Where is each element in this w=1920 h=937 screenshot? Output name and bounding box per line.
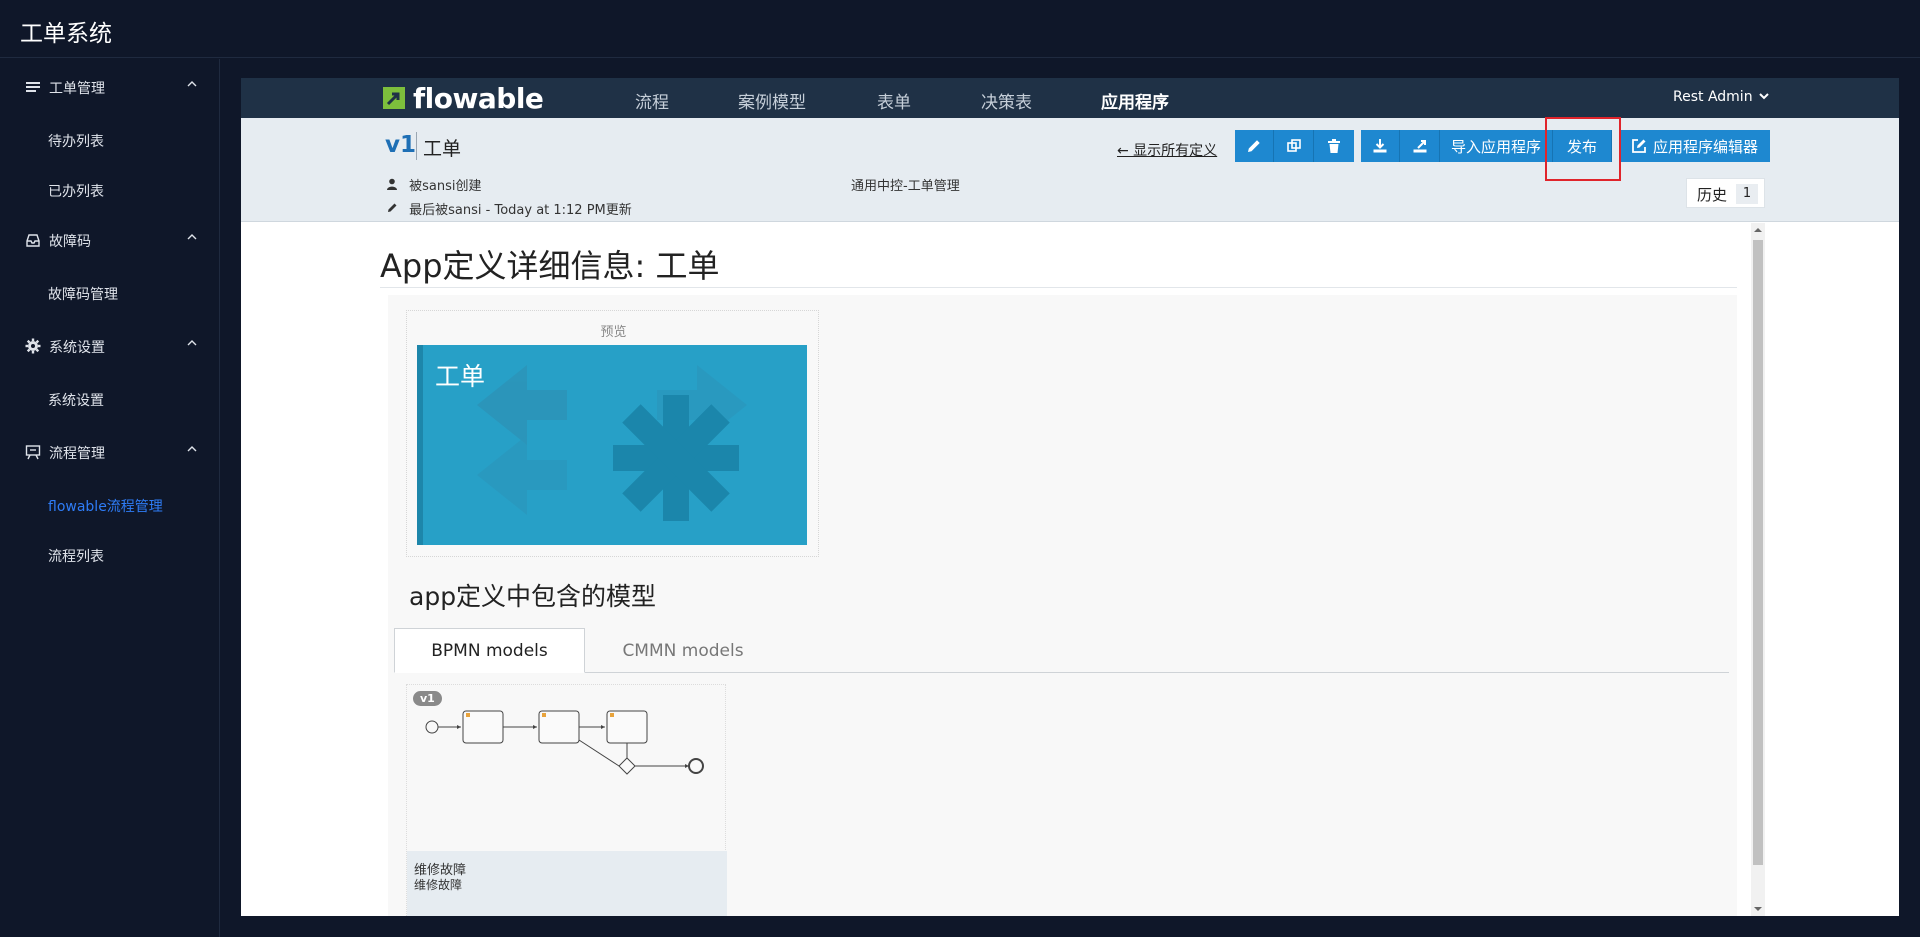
created-by: 被sansi创建 [385, 175, 482, 194]
chevron-up-icon [187, 340, 197, 346]
sidebar-group-system-settings[interactable]: 系统设置 [0, 328, 220, 364]
model-card-footer: 维修故障 维修故障 [407, 851, 727, 916]
models-section-title: app定义中包含的模型 [409, 582, 657, 611]
app-tile-title: 工单 [435, 362, 486, 391]
pencil-icon [388, 203, 397, 212]
user-name: Rest Admin [1673, 89, 1753, 105]
version-label: v1 [385, 132, 416, 158]
sidebar: 工单管理 待办列表 已办列表 故障码 故障码管理 系统设置 系统设置 流程管理 … [0, 59, 220, 937]
download-button[interactable] [1361, 130, 1400, 162]
trash-icon [1328, 139, 1340, 153]
updated-text: 最后被sansi - Today at 1:12 PM更新 [409, 203, 632, 218]
history-label: 历史 [1697, 186, 1728, 204]
sidebar-group-label: 系统设置 [49, 340, 105, 356]
nav-process[interactable]: 流程 [635, 88, 669, 113]
publish-label: 发布 [1566, 137, 1597, 156]
flowable-frame: flowable 流程 案例模型 表单 决策表 应用程序 Rest Admin … [241, 78, 1899, 916]
sidebar-group-process-management[interactable]: 流程管理 [0, 434, 220, 470]
history-button[interactable]: 历史 1 [1686, 178, 1765, 208]
sidebar-group-fault-code[interactable]: 故障码 [0, 222, 220, 258]
user-menu[interactable]: Rest Admin [1673, 89, 1769, 105]
sidebar-item-process-list[interactable]: 流程列表 [48, 546, 104, 566]
edit-square-icon [1632, 139, 1646, 153]
sidebar-item-fault-code-management[interactable]: 故障码管理 [48, 284, 118, 304]
copy-icon [1286, 139, 1301, 152]
heading-divider [380, 287, 1737, 288]
app-name: 工单 [423, 138, 462, 160]
page-title: App定义详细信息: 工单 [380, 247, 720, 285]
chevron-up-icon [187, 81, 197, 87]
scroll-up-icon[interactable] [1754, 226, 1762, 234]
model-card[interactable]: v1 维修故障 维修故障 [406, 684, 727, 916]
updated-by: 最后被sansi - Today at 1:12 PM更新 [385, 199, 632, 218]
bpmn-thumbnail-icon [425, 710, 704, 775]
gear-icon [25, 338, 41, 354]
active-nav-pointer [1134, 112, 1146, 118]
chevron-up-icon [187, 234, 197, 240]
publish-button[interactable]: 发布 [1553, 130, 1612, 162]
tab-bpmn-models[interactable]: BPMN models [394, 628, 585, 673]
preview-label: 预览 [600, 325, 627, 340]
app-preview: 预览 工单 [406, 310, 819, 557]
model-description: 维修故障 [414, 878, 463, 892]
app-definition-header: v1 工单 被sansi创建 最后被sansi - Today at 1:12 … [241, 118, 1899, 222]
board-icon [25, 445, 41, 460]
app-topbar: 工单系统 [0, 0, 1920, 58]
import-app-button[interactable]: 导入应用程序 [1440, 130, 1553, 162]
app-tile[interactable]: 工单 [417, 345, 807, 545]
flowable-logo-text: flowable [413, 82, 544, 115]
delete-button[interactable] [1314, 130, 1354, 162]
app-editor-label: 应用程序编辑器 [1652, 137, 1758, 156]
copy-button[interactable] [1274, 130, 1314, 162]
download-icon [1373, 139, 1387, 153]
tab-cmmn-models[interactable]: CMMN models [585, 628, 781, 673]
app-details-content: App定义详细信息: 工单 预览 工单 app定义中包含的模型 BPMN mod… [241, 223, 1899, 916]
nav-app[interactable]: 应用程序 [1101, 88, 1169, 113]
nav-form[interactable]: 表单 [877, 88, 911, 113]
sidebar-group-label: 工单管理 [49, 81, 105, 97]
sidebar-group-label: 故障码 [49, 234, 91, 250]
show-all-definitions-link[interactable]: ← 显示所有定义 [1117, 140, 1217, 160]
app-description: 通用中控-工单管理 [851, 179, 960, 194]
export-button[interactable] [1400, 130, 1440, 162]
pencil-icon [1248, 140, 1260, 152]
scrollbar-thumb[interactable] [1753, 240, 1763, 865]
inbox-icon [26, 234, 40, 247]
chevron-down-icon [1759, 93, 1769, 100]
user-icon [387, 178, 397, 190]
history-count: 1 [1736, 184, 1758, 204]
chevron-up-icon [187, 446, 197, 452]
nav-case-model[interactable]: 案例模型 [738, 88, 806, 113]
flowable-logo-icon [383, 87, 405, 109]
flowable-navbar: flowable 流程 案例模型 表单 决策表 应用程序 Rest Admin [241, 78, 1899, 118]
export-icon [1413, 140, 1426, 153]
sidebar-item-flowable-process-management[interactable]: flowable流程管理 [48, 496, 163, 516]
list-icon [26, 82, 40, 92]
sidebar-group-ticket-management[interactable]: 工单管理 [0, 69, 220, 105]
scroll-down-icon[interactable] [1754, 905, 1762, 913]
sidebar-item-system-settings[interactable]: 系统设置 [48, 390, 104, 410]
edit-button[interactable] [1235, 130, 1274, 162]
created-by-text: 被sansi创建 [409, 179, 482, 194]
nav-decision-table[interactable]: 决策表 [981, 88, 1032, 113]
sidebar-item-done-list[interactable]: 已办列表 [48, 181, 104, 201]
import-app-label: 导入应用程序 [1450, 137, 1541, 156]
sidebar-item-todo-list[interactable]: 待办列表 [48, 131, 104, 151]
version-separator [416, 132, 417, 160]
app-title: 工单系统 [20, 21, 112, 47]
vertical-scrollbar[interactable] [1751, 223, 1765, 916]
sidebar-group-label: 流程管理 [49, 446, 105, 462]
app-editor-button[interactable]: 应用程序编辑器 [1619, 130, 1770, 162]
